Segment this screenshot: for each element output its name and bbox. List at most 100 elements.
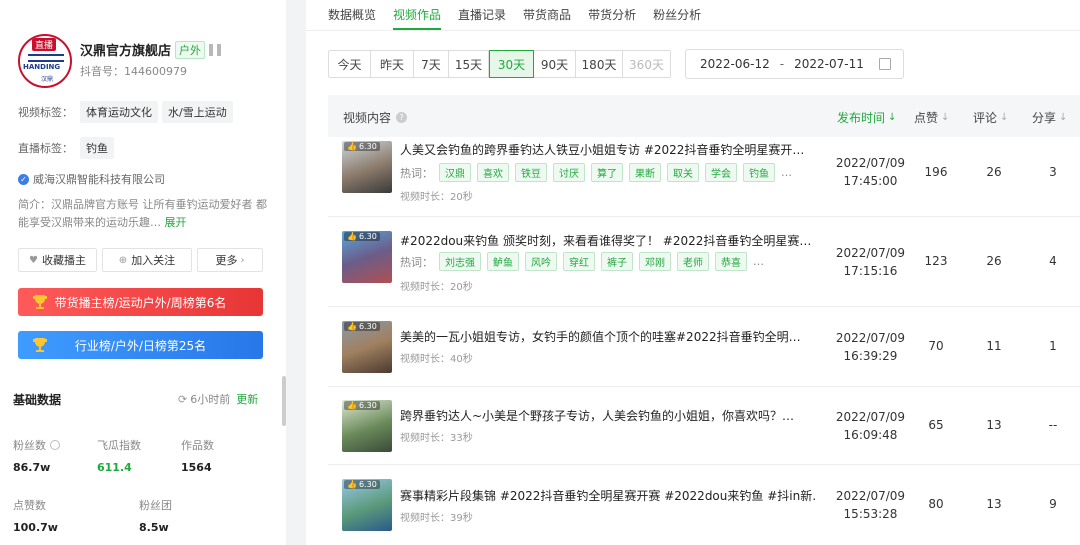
hot-chip[interactable]: 钓鱼 [743, 163, 775, 182]
hot-words: 热词： 刘志强 鲈鱼 风吟 穿红 裤子 邓刚 老师 恭喜 … [400, 252, 764, 271]
video-thumbnail[interactable]: 👍 6.30 [342, 231, 392, 283]
hot-chip[interactable]: 邓刚 [639, 252, 671, 271]
table-row[interactable]: 👍 6.30 美美的一瓦小姐姐专访，女钓手的颜值个顶个的哇塞#2022抖音垂钓全明… [328, 307, 1080, 387]
hot-chip[interactable]: 穿红 [563, 252, 595, 271]
video-thumbnail[interactable]: 👍 6.30 [342, 400, 392, 452]
range-180d[interactable]: 180天 [576, 51, 623, 77]
hot-chip[interactable]: 取关 [667, 163, 699, 182]
video-title[interactable]: 美美的一瓦小姐姐专访，女钓手的颜值个顶个的哇塞#2022抖音垂钓全明… [400, 328, 816, 345]
hot-chip[interactable]: 学会 [705, 163, 737, 182]
avatar[interactable]: 直播 HANDING 汉鼎 [18, 34, 72, 88]
range-30d[interactable]: 30天 [489, 50, 534, 78]
video-title[interactable]: 赛事精彩片段集锦 #2022抖音垂钓全明星赛开赛 #2022dou来钓鱼 #抖i… [400, 487, 816, 504]
publish-clock: 15:53:28 [843, 507, 898, 521]
comments-cell: 26 [986, 165, 1002, 179]
hot-chip[interactable]: 刘志强 [439, 252, 481, 271]
th-comments[interactable]: 评论 ↓ [973, 109, 1008, 126]
live-tags-row: 直播标签： 钓鱼 [18, 137, 118, 159]
hot-chip[interactable]: 裤子 [601, 252, 633, 271]
video-duration: 视频时长：20秒 [400, 282, 473, 293]
update-button[interactable]: 更新 [236, 391, 258, 407]
video-thumbnail[interactable]: 👍 6.30 [342, 141, 392, 193]
stat-fans-value: 86.7w [13, 461, 51, 474]
hot-chip[interactable]: 恭喜 [715, 252, 747, 271]
qr-code-icon[interactable] [209, 43, 222, 56]
video-thumbnail[interactable]: 👍 6.30 [342, 321, 392, 373]
range-7d[interactable]: 7天 [414, 51, 449, 77]
hot-chip[interactable]: 鲈鱼 [487, 252, 519, 271]
date-separator: - [779, 57, 785, 71]
favorite-button[interactable]: ♥ 收藏播主 [18, 248, 97, 272]
tab-videos[interactable]: 视频作品 [393, 0, 442, 30]
video-duration: 视频时长：33秒 [400, 433, 473, 444]
shares-cell: 1 [1049, 339, 1057, 353]
hot-chip[interactable]: 铁豆 [515, 163, 547, 182]
th-likes[interactable]: 点赞 ↓ [914, 109, 949, 126]
hot-chip[interactable]: 果断 [629, 163, 661, 182]
intro: 简介：汉鼎品牌官方账号 让所有垂钓运动爱好者 都能享受汉鼎带来的运动乐趣… 展开 [18, 196, 268, 232]
profile-sidebar: 直播 HANDING 汉鼎 汉鼎官方旗舰店 户外 抖音号：144600979 视… [0, 0, 286, 545]
live-tag[interactable]: 钓鱼 [80, 137, 114, 159]
help-icon[interactable]: ? [396, 112, 408, 123]
range-yesterday[interactable]: 昨天 [371, 51, 414, 77]
rank-banner-sales[interactable]: 带货播主榜/运动户外/周榜第6名 [18, 288, 263, 316]
sidebar-scrollbar[interactable] [282, 376, 286, 426]
comments-cell: 11 [986, 339, 1002, 353]
expand-link[interactable]: 展开 [165, 216, 187, 229]
table-row[interactable]: 👍 6.30 人美又会钓鱼的跨界垂钓达人铁豆小姐姐专访 #2022抖音垂钓全明星赛… [328, 137, 1080, 217]
sort-down-icon: ↓ [941, 112, 950, 123]
tab-live-records[interactable]: 直播记录 [458, 0, 506, 30]
range-90d[interactable]: 90天 [534, 51, 576, 77]
follow-button[interactable]: ⊕ 加入关注 [102, 248, 192, 272]
logo-waves-icon [28, 54, 64, 62]
hot-more[interactable]: … [753, 255, 764, 268]
publish-clock: 17:45:00 [843, 174, 898, 188]
comments-cell: 26 [986, 254, 1002, 268]
tab-sales-analysis[interactable]: 带货分析 [588, 0, 636, 30]
video-tags-row: 视频标签： 体育运动文化 水/雪上运动 [18, 101, 237, 123]
tab-fans-analysis[interactable]: 粉丝分析 [653, 0, 701, 30]
hot-label: 热词： [400, 166, 433, 180]
hot-chip[interactable]: 算了 [591, 163, 623, 182]
date-range-picker[interactable]: 2022-06-12 - 2022-07-11 [685, 49, 904, 79]
comments-cell: 13 [986, 497, 1002, 511]
video-title[interactable]: 跨界垂钓达人~小美是个野孩子专访，人美会钓鱼的小姐姐，你喜欢吗？… [400, 407, 816, 424]
video-title[interactable]: #2022dou来钓鱼 颁奖时刻，来看看谁得奖了！ #2022抖音垂钓全明星赛… [400, 232, 816, 249]
hot-chip[interactable]: 讨厌 [553, 163, 585, 182]
publish-time: 2022/07/09 16:09:48 [828, 408, 913, 444]
hot-more[interactable]: … [781, 166, 792, 179]
table-row[interactable]: 👍 6.30 跨界垂钓达人~小美是个野孩子专访，人美会钓鱼的小姐姐，你喜欢吗？… … [328, 387, 1080, 465]
video-tag[interactable]: 水/雪上运动 [162, 101, 233, 123]
refresh-icon: ⟳ [178, 392, 188, 406]
stat-feigua-value: 611.4 [97, 461, 132, 474]
hot-label: 热词： [400, 255, 433, 269]
date-badge: 👍 6.30 [344, 232, 380, 241]
video-tag[interactable]: 体育运动文化 [80, 101, 158, 123]
like-hand-icon: 👍 [347, 480, 357, 489]
hot-chip[interactable]: 喜欢 [477, 163, 509, 182]
th-publish-time[interactable]: 发布时间 ↓ [837, 109, 896, 126]
publish-clock: 16:09:48 [843, 428, 898, 442]
hot-chip[interactable]: 汉鼎 [439, 163, 471, 182]
tab-overview[interactable]: 数据概览 [328, 0, 376, 30]
range-today[interactable]: 今天 [329, 51, 371, 77]
more-button[interactable]: 更多 › [197, 248, 263, 272]
table-row[interactable]: 👍 6.30 #2022dou来钓鱼 颁奖时刻，来看看谁得奖了！ #2022抖音垂… [328, 217, 1080, 307]
table-header: 视频内容 ? 发布时间 ↓ 点赞 ↓ 评论 ↓ 分享 ↓ [328, 95, 1080, 137]
video-title[interactable]: 人美又会钓鱼的跨界垂钓达人铁豆小姐姐专访 #2022抖音垂钓全明星赛开… [400, 141, 816, 158]
th-content-label: 视频内容 [343, 111, 392, 125]
th-shares[interactable]: 分享 ↓ [1032, 109, 1067, 126]
tab-products[interactable]: 带货商品 [523, 0, 571, 30]
rank-banner-industry[interactable]: 行业榜/户外/日榜第25名 [18, 331, 263, 359]
video-thumbnail[interactable]: 👍 6.30 [342, 479, 392, 531]
hot-chip[interactable]: 老师 [677, 252, 709, 271]
table-row[interactable]: 👍 6.30 赛事精彩片段集锦 #2022抖音垂钓全明星赛开赛 #2022dou来… [328, 465, 1080, 545]
date-badge: 👍 6.30 [344, 142, 380, 151]
badge-text: 6.30 [358, 232, 377, 241]
hot-chip[interactable]: 风吟 [525, 252, 557, 271]
th-likes-label: 点赞 [914, 111, 939, 125]
date-badge: 👍 6.30 [344, 322, 380, 331]
th-time-label: 发布时间 [837, 111, 886, 125]
range-15d[interactable]: 15天 [449, 51, 489, 77]
publish-date: 2022/07/09 [835, 489, 906, 503]
